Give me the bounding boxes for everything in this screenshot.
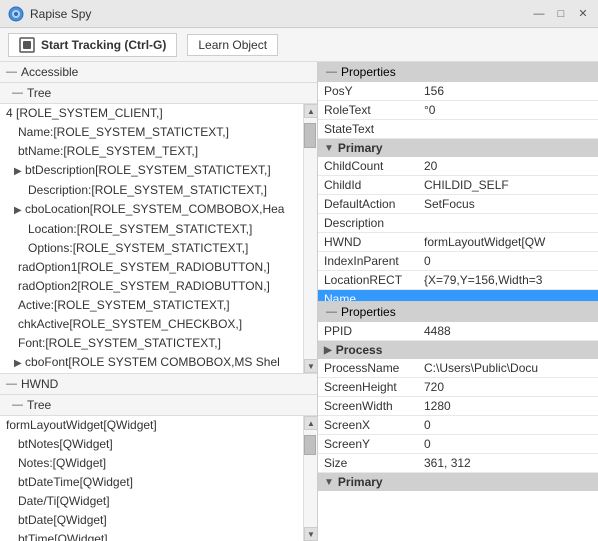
primary2-section-header: ▼ Primary: [318, 473, 598, 491]
start-tracking-button[interactable]: Start Tracking (Ctrl-G): [8, 33, 177, 57]
primary-label: Primary: [338, 141, 383, 155]
bottom-props-label: Properties: [341, 305, 396, 319]
app-icon: [8, 6, 24, 22]
tree-item-6[interactable]: Location:[ROLE_SYSTEM_STATICTEXT,]: [0, 220, 303, 239]
scroll-down-btn-1[interactable]: ▼: [304, 359, 318, 373]
accessible-header: — Accessible: [0, 62, 317, 83]
prop-name-row[interactable]: Name: [318, 290, 598, 303]
prop-description: Description: [318, 214, 598, 233]
tree-item-9[interactable]: radOption2[ROLE_SYSTEM_RADIOBUTTON,]: [0, 277, 303, 296]
tree-item-7[interactable]: Options:[ROLE_SYSTEM_STATICTEXT,]: [0, 239, 303, 258]
track-btn-label: Start Tracking (Ctrl-G): [41, 38, 166, 52]
right-panel: — Properties PosY 156 RoleText °0 StateT…: [318, 62, 598, 541]
prop-row-statetext: StateText: [318, 120, 598, 139]
prop-indexinparent: IndexInParent 0: [318, 252, 598, 271]
prop-row-roletext: RoleText °0: [318, 101, 598, 120]
tree-item-5[interactable]: ▶ cboLocation[ROLE_SYSTEM_COMBOBOX,Hea: [0, 200, 303, 220]
accessible-label: Accessible: [21, 65, 78, 79]
top-props-label: Properties: [341, 65, 396, 79]
tree-item-8[interactable]: radOption1[ROLE_SYSTEM_RADIOBUTTON,]: [0, 258, 303, 277]
prop-childcount: ChildCount 20: [318, 157, 598, 176]
tree-item-0[interactable]: 4 [ROLE_SYSTEM_CLIENT,]: [0, 104, 303, 123]
hwnd-label: HWND: [21, 377, 58, 391]
hwnd-dash: —: [6, 378, 17, 390]
toolbar: Start Tracking (Ctrl-G) Learn Object: [0, 28, 598, 62]
hwnd-item-1[interactable]: btNotes[QWidget]: [0, 435, 303, 454]
process-expand-icon[interactable]: ▶: [324, 345, 332, 356]
prop-ppid: PPID 4488: [318, 322, 598, 341]
hwnd-item-2[interactable]: Notes:[QWidget]: [0, 454, 303, 473]
primary-expand-icon[interactable]: ▼: [324, 143, 334, 154]
tree-item-1[interactable]: Name:[ROLE_SYSTEM_STATICTEXT,]: [0, 123, 303, 142]
tree-item-2[interactable]: btName:[ROLE_SYSTEM_TEXT,]: [0, 142, 303, 161]
prop-childid: ChildId CHILDID_SELF: [318, 176, 598, 195]
maximize-btn[interactable]: □: [554, 7, 568, 21]
tree-item-13[interactable]: ▶ cboFont[ROLE SYSTEM COMBOBOX,MS Shel: [0, 353, 303, 373]
process-label: Process: [336, 343, 383, 357]
tree-dash-1: —: [12, 87, 23, 99]
tree-dash-2: —: [12, 399, 23, 411]
prop-screenheight: ScreenHeight 720: [318, 378, 598, 397]
bottom-properties-header: — Properties: [318, 302, 598, 322]
primary2-label: Primary: [338, 475, 383, 489]
accessible-tree: 4 [ROLE_SYSTEM_CLIENT,] Name:[ROLE_SYSTE…: [0, 104, 317, 373]
hwnd-item-6[interactable]: btTime[QWidget]: [0, 530, 303, 541]
close-btn[interactable]: ✕: [576, 7, 590, 21]
hwnd-header: — HWND: [0, 373, 317, 395]
left-panel: — Accessible — Tree 4 [ROLE_SYSTEM_CLIEN…: [0, 62, 318, 541]
bottom-properties-section: — Properties PPID 4488 ▶ Process Proce: [318, 302, 598, 541]
prop-screenwidth: ScreenWidth 1280: [318, 397, 598, 416]
tree-item-10[interactable]: Active:[ROLE_SYSTEM_STATICTEXT,]: [0, 296, 303, 315]
prop-screeny: ScreenY 0: [318, 435, 598, 454]
tree-item-11[interactable]: chkActive[ROLE_SYSTEM_CHECKBOX,]: [0, 315, 303, 334]
tree-item-3[interactable]: ▶ btDescription[ROLE_SYSTEM_STATICTEXT,]: [0, 161, 303, 181]
title-bar: Rapise Spy — □ ✕: [0, 0, 598, 28]
hwnd-tree: formLayoutWidget[QWidget] btNotes[QWidge…: [0, 416, 317, 541]
primary-section-header: ▼ Primary: [318, 139, 598, 157]
accessible-dash: —: [6, 66, 17, 78]
tracking-icon: [19, 37, 35, 53]
process-section-header: ▶ Process: [318, 341, 598, 359]
top-properties-section: — Properties PosY 156 RoleText °0 StateT…: [318, 62, 598, 302]
prop-hwnd: HWND formLayoutWidget[QW: [318, 233, 598, 252]
tree-label-2: Tree: [27, 398, 51, 412]
prop-row-posy: PosY 156: [318, 82, 598, 101]
tree-item-4[interactable]: Description:[ROLE_SYSTEM_STATICTEXT,]: [0, 181, 303, 200]
learn-btn-label: Learn Object: [198, 38, 267, 52]
tree-item-12[interactable]: Font:[ROLE_SYSTEM_STATICTEXT,]: [0, 334, 303, 353]
hwnd-item-4[interactable]: Date/Ti[QWidget]: [0, 492, 303, 511]
tree-label-1: Tree: [27, 86, 51, 100]
hwnd-item-3[interactable]: btDateTime[QWidget]: [0, 473, 303, 492]
learn-object-button[interactable]: Learn Object: [187, 34, 278, 56]
prop-screenx: ScreenX 0: [318, 416, 598, 435]
hwnd-item-5[interactable]: btDate[QWidget]: [0, 511, 303, 530]
accessible-tree-header: — Tree: [0, 83, 317, 104]
scroll-up-btn-1[interactable]: ▲: [304, 104, 318, 118]
prop-size: Size 361, 312: [318, 454, 598, 473]
minimize-btn[interactable]: —: [532, 7, 546, 21]
app-title: Rapise Spy: [30, 7, 91, 21]
top-properties-header: — Properties: [318, 62, 598, 82]
hwnd-tree-header: — Tree: [0, 395, 317, 416]
hwnd-item-0[interactable]: formLayoutWidget[QWidget]: [0, 416, 303, 435]
primary2-expand-icon[interactable]: ▼: [324, 477, 334, 488]
prop-locationrect: LocationRECT {X=79,Y=156,Width=3: [318, 271, 598, 290]
prop-defaultaction: DefaultAction SetFocus: [318, 195, 598, 214]
prop-processname: ProcessName C:\Users\Public\Docu: [318, 359, 598, 378]
scroll-down-btn-2[interactable]: ▼: [304, 527, 317, 541]
scroll-up-btn-2[interactable]: ▲: [304, 416, 317, 430]
